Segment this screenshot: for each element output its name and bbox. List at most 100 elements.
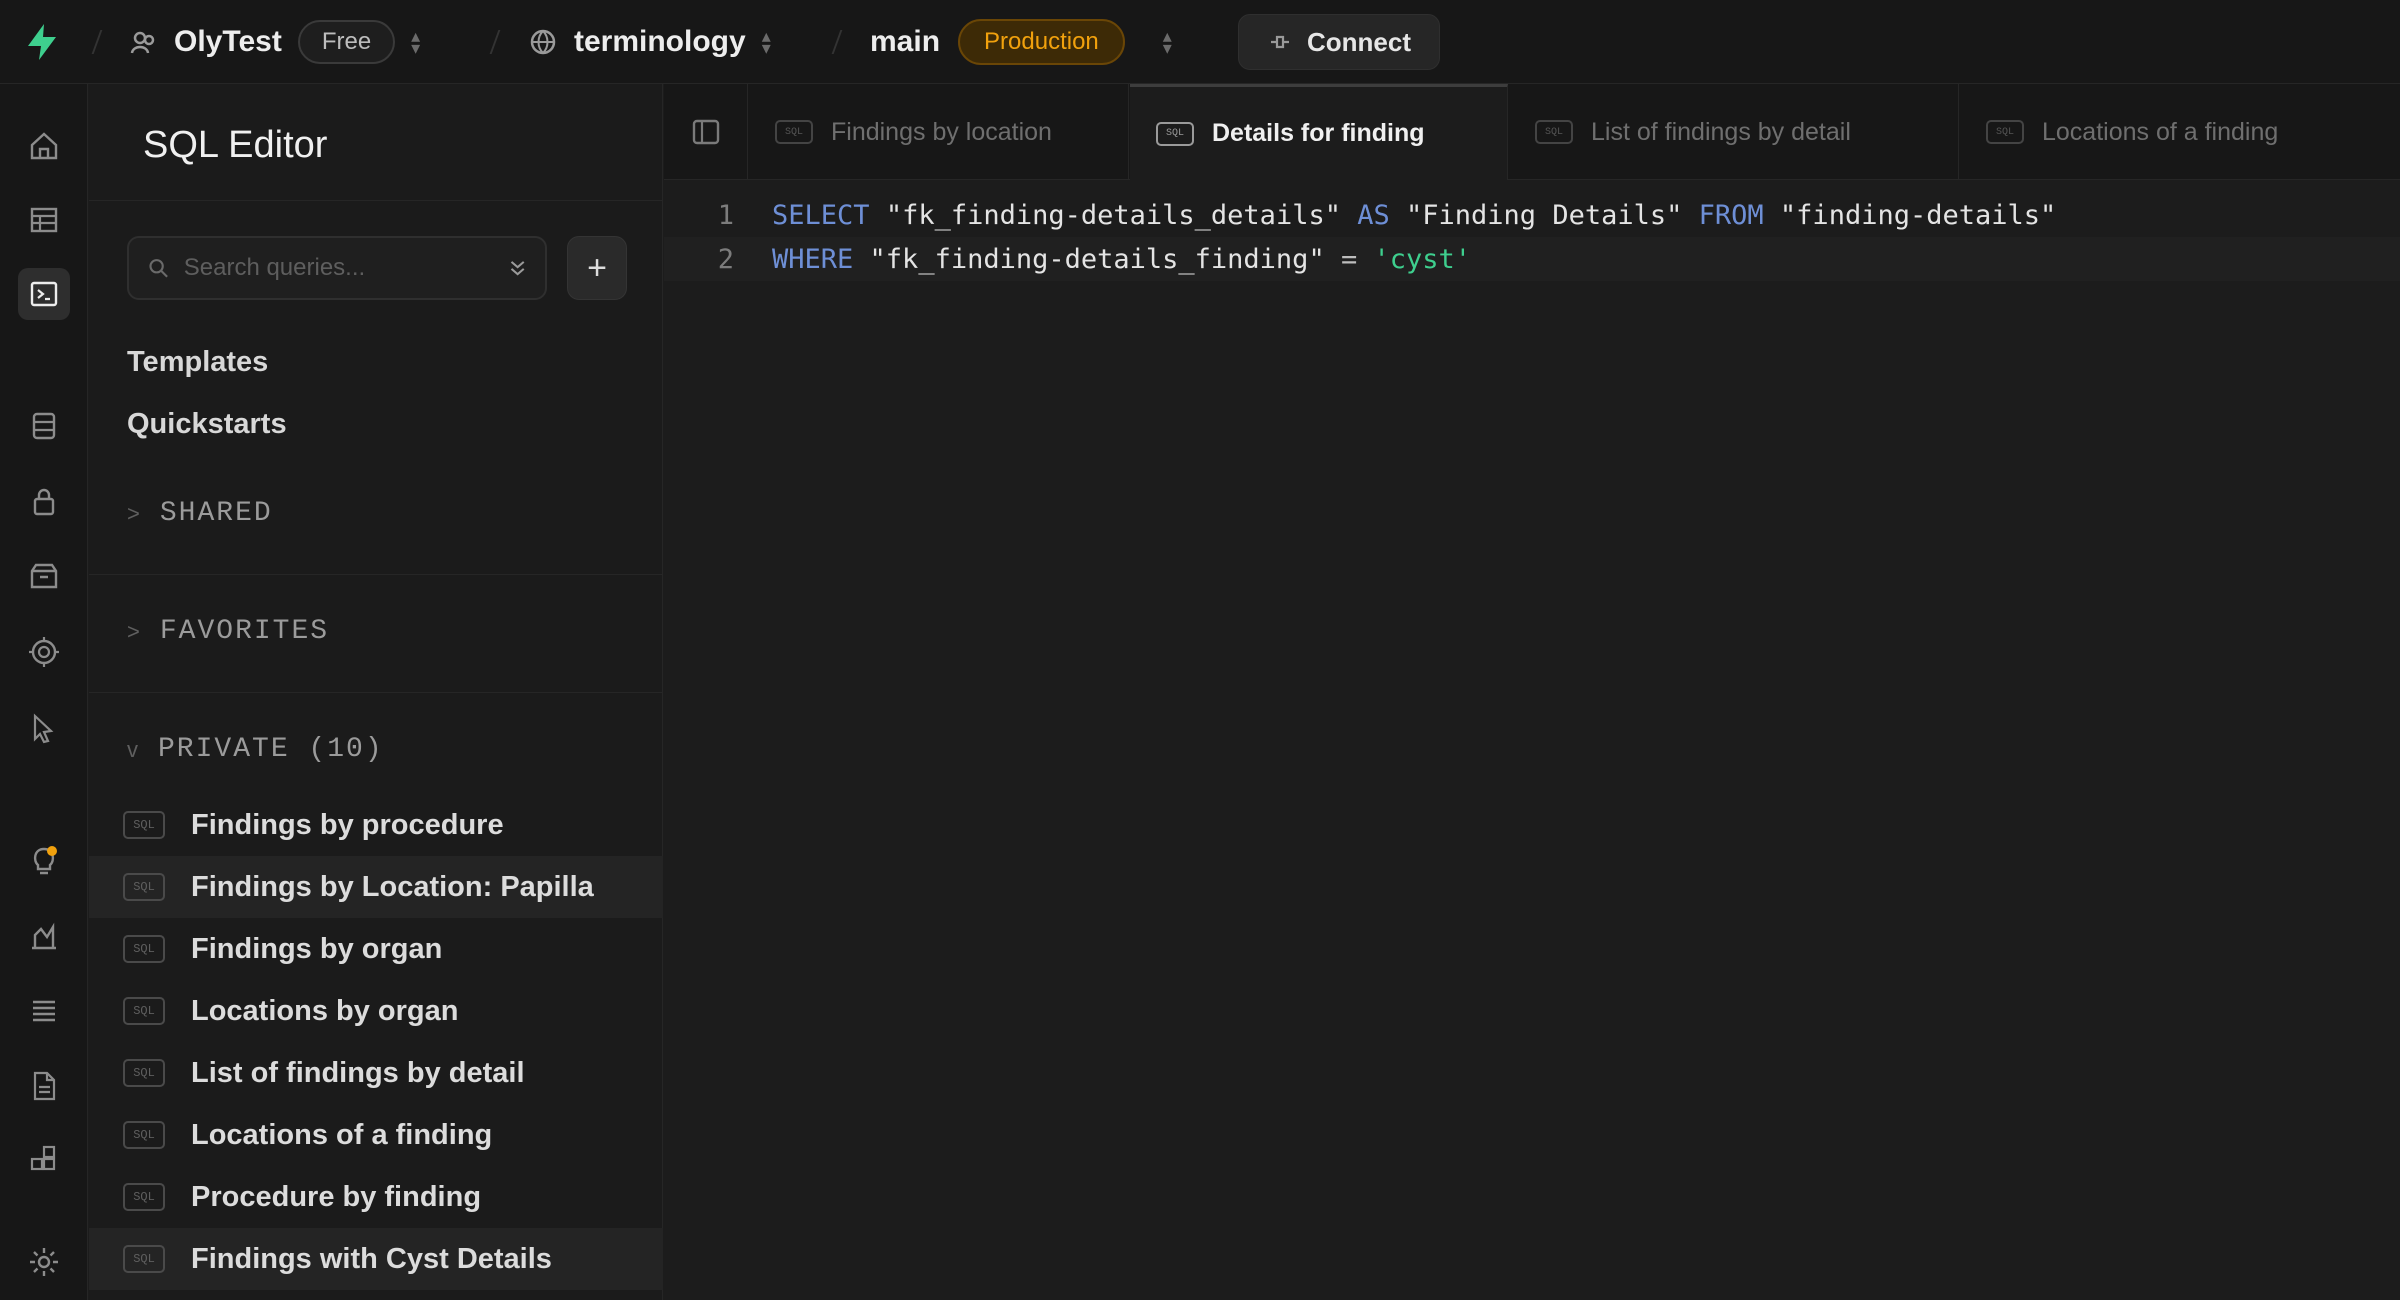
quickstarts-link[interactable]: Quickstarts: [127, 408, 287, 441]
favorites-section-label: FAVORITES: [159, 616, 330, 647]
plan-badge: Free: [297, 20, 396, 64]
integrations-icon[interactable]: [18, 1134, 70, 1186]
sql-keyword: AS: [1357, 199, 1390, 231]
database-icon[interactable]: [18, 400, 70, 452]
query-label: Locations by organ: [191, 994, 459, 1027]
add-query-button[interactable]: +: [567, 236, 627, 300]
sql-keyword: WHERE: [772, 243, 854, 275]
query-label: Findings by organ: [191, 932, 443, 965]
org-icon: [130, 31, 155, 54]
line-number: 1: [717, 199, 734, 231]
settings-icon[interactable]: [18, 1236, 70, 1288]
sql-file-icon: SQL: [775, 120, 813, 144]
search-icon: [149, 259, 168, 278]
sql-file-icon: SQL: [1986, 120, 2024, 144]
supabase-logo-icon[interactable]: [22, 22, 62, 62]
branch-selector[interactable]: main Production ▴ ▾: [870, 0, 1172, 84]
sql-file-icon: SQL: [123, 935, 165, 963]
sql-operator: =: [1340, 243, 1358, 275]
query-item[interactable]: SQL Locations by organ: [89, 980, 663, 1042]
auth-lock-icon[interactable]: [18, 476, 70, 528]
realtime-icon[interactable]: [18, 702, 70, 754]
tab-label: List of findings by detail: [1591, 117, 1851, 146]
tab-findings-by-location[interactable]: SQL Findings by location: [749, 84, 1129, 180]
edge-functions-icon[interactable]: [18, 626, 70, 678]
query-item[interactable]: SQL Findings by Location: Papilla: [89, 856, 663, 918]
sql-keyword: FROM: [1698, 199, 1764, 231]
branch-chevron-updown-icon[interactable]: ▴ ▾: [1163, 27, 1172, 57]
tab-label: Locations of a finding: [2042, 117, 2279, 146]
favorites-section-header[interactable]: > FAVORITES: [127, 616, 329, 647]
sql-file-icon: SQL: [1156, 121, 1194, 146]
query-item[interactable]: SQL List of findings by detail: [89, 1042, 663, 1104]
sql-string-literal: 'cyst': [1373, 243, 1472, 275]
connect-button[interactable]: Connect: [1238, 14, 1440, 70]
panel-left-icon: [692, 119, 719, 145]
breadcrumb-separator: [489, 30, 501, 54]
tab-label: Findings by location: [831, 117, 1052, 146]
connect-label: Connect: [1307, 26, 1411, 57]
templates-link[interactable]: Templates: [127, 346, 268, 379]
search-input[interactable]: [183, 254, 494, 282]
divider: [89, 200, 663, 201]
sql-identifier: "Finding Details": [1406, 199, 1683, 231]
sql-editor-sidebar: SQL Editor + Templates Quickstarts > SHA…: [89, 84, 663, 1300]
code-text[interactable]: SELECT "fk_finding-details_details" AS "…: [752, 200, 2056, 231]
query-label: Findings by Location: Papilla: [191, 870, 594, 903]
query-tabs: SQL Findings by location SQL Details for…: [664, 84, 2400, 180]
code-line[interactable]: 2 WHERE "fk_finding-details_finding" = '…: [664, 237, 2400, 281]
api-docs-icon[interactable]: [18, 1060, 70, 1112]
tab-list-of-findings-by-detail[interactable]: SQL List of findings by detail: [1509, 84, 1959, 180]
query-label: List of findings by detail: [191, 1056, 525, 1089]
sql-editor-icon[interactable]: [18, 268, 70, 320]
code-line[interactable]: 1 SELECT "fk_finding-details_details" AS…: [664, 193, 2400, 237]
advisors-icon[interactable]: [18, 834, 70, 886]
project-globe-icon: [530, 29, 556, 55]
query-item[interactable]: SQL Locations of a finding: [89, 1104, 663, 1166]
shared-section-label: SHARED: [159, 498, 273, 529]
line-number: 2: [717, 243, 734, 275]
sql-file-icon: SQL: [123, 873, 165, 901]
chevron-down-icon: v: [127, 736, 138, 762]
chevron-right-icon: >: [127, 618, 140, 644]
tab-locations-of-a-finding[interactable]: SQL Locations of a finding: [1960, 84, 2400, 180]
query-item[interactable]: SQL Findings by procedure: [89, 794, 663, 856]
reports-icon[interactable]: [18, 910, 70, 962]
toggle-sidebar-button[interactable]: [664, 84, 748, 180]
shared-section-header[interactable]: > SHARED: [127, 498, 273, 529]
private-section-label: PRIVATE (10): [158, 734, 384, 765]
query-item[interactable]: SQL Findings with Cyst Details: [89, 1228, 663, 1290]
home-icon[interactable]: [18, 120, 70, 172]
org-selector[interactable]: OlyTest Free ▴ ▾: [130, 0, 420, 84]
chevrons-down-icon[interactable]: [508, 255, 527, 281]
sidebar-title: SQL Editor: [143, 124, 328, 166]
top-bar: OlyTest Free ▴ ▾ terminology ▴ ▾ main Prod…: [0, 0, 2400, 84]
table-editor-icon[interactable]: [18, 194, 70, 246]
connect-area: Connect: [1238, 0, 1440, 84]
query-item[interactable]: SQL Findings by organ: [89, 918, 663, 980]
tab-details-for-finding[interactable]: SQL Details for finding: [1130, 84, 1508, 180]
private-section-header[interactable]: v PRIVATE (10): [127, 734, 384, 765]
sql-code-editor[interactable]: 1 SELECT "fk_finding-details_details" AS…: [664, 181, 2400, 1300]
plug-icon: [1271, 35, 1289, 49]
project-chevron-updown-icon[interactable]: ▴ ▾: [762, 27, 771, 57]
sql-file-icon: SQL: [123, 811, 165, 839]
sql-file-icon: SQL: [123, 1183, 165, 1211]
sql-file-icon: SQL: [123, 1059, 165, 1087]
storage-icon[interactable]: [18, 550, 70, 602]
query-item[interactable]: SQL Procedure by finding: [89, 1166, 663, 1228]
org-chevron-updown-icon[interactable]: ▴ ▾: [411, 27, 420, 57]
code-text[interactable]: WHERE "fk_finding-details_finding" = 'cy…: [752, 244, 1471, 275]
project-selector[interactable]: terminology ▴ ▾: [528, 0, 771, 84]
search-box[interactable]: [127, 236, 547, 300]
query-label: Findings by procedure: [191, 808, 504, 841]
sql-file-icon: SQL: [1535, 120, 1573, 144]
logs-icon[interactable]: [18, 984, 70, 1036]
